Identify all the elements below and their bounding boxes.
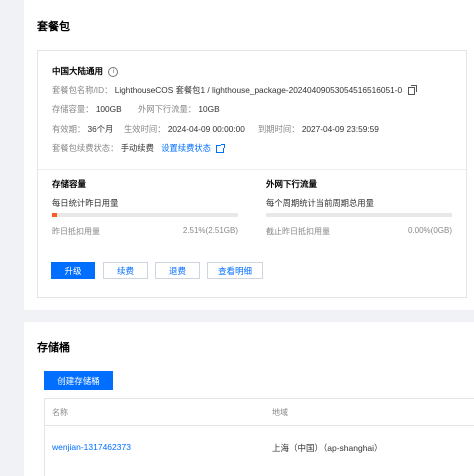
effective-label: 生效时间： [124,124,166,134]
column-header-region: 地域 [272,408,288,417]
storage-usage-value: 2.51%(2.51GB) [182,226,238,235]
view-details-button[interactable]: 查看明细 [207,262,263,279]
outbound-traffic-value: 10GB [198,104,220,114]
renew-row: 套餐包续费状态： 手动续费 设置续费状态 [52,142,226,154]
table-header: 名称 地域 [44,398,474,426]
expire-row: 到期时间： 2027-04-09 23:59:59 [258,123,379,135]
traffic-row: 外网下行流量： 10GB [138,103,220,115]
capacity-row: 存储容量： 100GB [52,103,122,115]
validity-row: 有效期： 36个月 [52,123,113,135]
section-divider [38,169,466,170]
storage-usage-label: 昨日抵扣用量 [52,227,100,236]
storage-usage-title: 存储容量 [52,179,87,189]
bucket-card-title: 存储桶 [37,342,70,354]
copy-icon[interactable] [408,84,418,95]
storage-usage-fill [52,213,57,217]
effective-row: 生效时间： 2024-04-09 00:00:00 [124,123,245,135]
bucket-region: 上海（中国）（ap-shanghai） [272,443,383,453]
storage-usage-subtitle: 每日统计昨日用量 [52,198,119,208]
package-name-row: 套餐包名称/ID： LighthouseCOS 套餐包1 / lighthous… [52,84,418,96]
validity-label: 有效期： [52,124,86,134]
region-title: 中国大陆通用 i [52,65,119,77]
effective-value: 2024-04-09 00:00:00 [167,124,245,134]
expire-label: 到期时间： [258,124,300,134]
traffic-usage-label: 截止昨日抵扣用量 [266,227,330,236]
info-circle-icon[interactable]: i [108,66,119,77]
upgrade-button[interactable]: 升级 [51,262,95,279]
package-card-title: 套餐包 [37,21,70,33]
region-title-text: 中国大陆通用 [52,66,104,76]
bucket-name-link[interactable]: wenjian-1317462373 [52,442,131,452]
traffic-usage-value: 0.00%(0GB) [407,226,452,235]
package-card: 套餐包 中国大陆通用 i 套餐包名称/ID： LighthouseCOS 套餐包… [24,0,474,310]
bucket-table: 名称 地域 wenjian-1317462373 上海（中国）（ap-shang… [44,398,474,476]
package-name-value: LighthouseCOS 套餐包1 / lighthouse_package-… [114,85,403,95]
external-link-icon[interactable] [216,143,226,153]
storage-capacity-label: 存储容量： [52,104,94,114]
renew-value: 手动续费 [120,143,154,153]
refund-button[interactable]: 退费 [155,262,200,279]
traffic-usage-subtitle: 每个周期统计当前周期总用量 [266,198,374,208]
validity-value: 36个月 [87,124,114,134]
renew-button[interactable]: 续费 [103,262,148,279]
bucket-card: 存储桶 创建存储桶 名称 地域 wenjian-1317462373 上海（中国… [24,322,474,476]
expire-value: 2027-04-09 23:59:59 [301,124,379,134]
traffic-usage-title: 外网下行流量 [266,179,318,189]
outbound-traffic-label: 外网下行流量： [138,104,197,114]
package-name-label: 套餐包名称/ID： [52,85,113,95]
storage-capacity-value: 100GB [95,104,122,114]
package-detail-panel: 中国大陆通用 i 套餐包名称/ID： LighthouseCOS 套餐包1 / … [37,50,467,298]
traffic-usage-bar [266,213,452,217]
renew-setting-link[interactable]: 设置续费状态 [161,143,211,153]
renew-label: 套餐包续费状态： [52,143,119,153]
column-header-name: 名称 [52,408,68,417]
create-bucket-button[interactable]: 创建存储桶 [44,371,113,390]
storage-usage-bar [52,213,238,217]
